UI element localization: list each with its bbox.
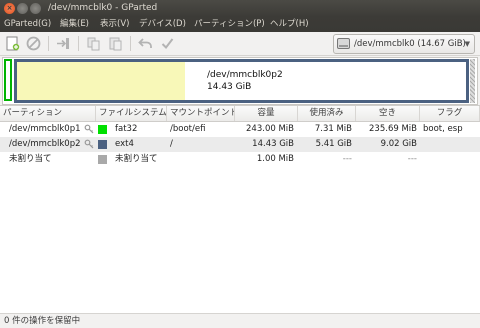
filesystem-type: ext4 — [115, 139, 134, 149]
resize-move-icon[interactable] — [56, 36, 71, 51]
column-header-filesystem[interactable]: ファイルシステム — [96, 106, 167, 121]
table-row[interactable]: 未割り当て 未割り当て 1.00 MiB --- --- — [0, 152, 480, 167]
title-bar: × /dev/mmcblk0 - GParted — [0, 0, 480, 17]
partition-used: 7.31 MiB — [314, 124, 352, 134]
menu-help[interactable]: ヘルプ(H) — [270, 17, 309, 32]
copy-icon[interactable] — [86, 36, 101, 51]
column-header-mountpoint[interactable]: マウントポイント — [167, 106, 235, 121]
pending-operations-status: 0 件の操作を保留中 — [4, 316, 81, 326]
close-window-button[interactable]: × — [4, 3, 15, 14]
used-space-bar — [17, 62, 186, 100]
key-icon — [84, 139, 94, 149]
filesystem-color-swatch — [98, 140, 107, 149]
toolbar-separator — [130, 36, 131, 51]
key-icon — [84, 124, 94, 134]
new-partition-icon[interactable] — [5, 36, 20, 51]
menu-view[interactable]: 表示(V) — [100, 17, 129, 32]
minimize-window-button[interactable] — [17, 3, 28, 14]
menu-device[interactable]: デバイス(D) — [139, 17, 186, 32]
filesystem-type: 未割り当て — [115, 154, 158, 164]
partition-table: パーティション ファイルシステム マウントポイント 容量 使用済み 空き フラグ… — [0, 105, 480, 313]
window-title: /dev/mmcblk0 - GParted — [48, 3, 158, 13]
partition-block-mmcblk0p1[interactable] — [4, 59, 12, 101]
menu-bar: GParted(G) 編集(E) 表示(V) デバイス(D) パーティション(P… — [0, 17, 480, 32]
paste-icon[interactable] — [108, 36, 123, 51]
partition-name: /dev/mmcblk0p2 — [9, 139, 81, 149]
drive-icon — [337, 38, 350, 49]
partition-name: 未割り当て — [9, 154, 52, 164]
column-header-size[interactable]: 容量 — [235, 106, 298, 121]
partition-name: /dev/mmcblk0p1 — [9, 124, 81, 134]
partition-free: --- — [407, 154, 417, 164]
delete-icon[interactable] — [26, 36, 41, 51]
menu-partition[interactable]: パーティション(P) — [194, 17, 265, 32]
mount-point: / — [170, 139, 173, 149]
partition-block-mmcblk0p2[interactable]: /dev/mmcblk0p2 14.43 GiB — [14, 59, 469, 103]
column-header-free[interactable]: 空き — [356, 106, 420, 121]
partition-size: 14.43 GiB — [252, 139, 294, 149]
undo-icon[interactable] — [138, 36, 153, 51]
status-bar: 0 件の操作を保留中 — [0, 313, 480, 328]
partition-free: 9.02 GiB — [380, 139, 417, 149]
partition-used: --- — [342, 154, 352, 164]
menu-edit[interactable]: 編集(E) — [60, 17, 89, 32]
column-header-used[interactable]: 使用済み — [298, 106, 356, 121]
toolbar-separator — [78, 36, 79, 51]
table-header: パーティション ファイルシステム マウントポイント 容量 使用済み 空き フラグ — [0, 106, 480, 122]
apply-icon[interactable] — [160, 36, 175, 51]
maximize-window-button[interactable] — [30, 3, 41, 14]
filesystem-color-swatch — [98, 125, 107, 134]
filesystem-color-swatch — [98, 155, 107, 164]
partition-size: 1.00 MiB — [256, 154, 294, 164]
table-row[interactable]: /dev/mmcblk0p2 ext4 / 14.43 GiB 5.41 GiB… — [0, 137, 480, 152]
menu-gparted[interactable]: GParted(G) — [4, 17, 51, 32]
chevron-down-icon: ▼ — [464, 40, 470, 48]
partition-used: 5.41 GiB — [315, 139, 352, 149]
partition-block-unallocated[interactable] — [470, 59, 475, 103]
partition-graphic: /dev/mmcblk0p2 14.43 GiB — [2, 57, 478, 105]
column-header-partition[interactable]: パーティション — [0, 106, 96, 121]
mount-point: /boot/efi — [170, 124, 206, 134]
partition-flags: boot, esp — [423, 124, 463, 134]
partition-free: 235.69 MiB — [369, 124, 417, 134]
partition-size: 243.00 MiB — [246, 124, 294, 134]
table-row[interactable]: /dev/mmcblk0p1 fat32 /boot/efi 243.00 Mi… — [0, 122, 480, 137]
column-header-flags[interactable]: フラグ — [420, 106, 480, 121]
partition-block-name: /dev/mmcblk0p2 — [207, 70, 283, 80]
device-selector[interactable]: /dev/mmcblk0 (14.67 GiB) ▼ — [333, 34, 475, 54]
toolbar-separator — [48, 36, 49, 51]
filesystem-type: fat32 — [115, 124, 138, 134]
gparted-window: × /dev/mmcblk0 - GParted GParted(G) 編集(E… — [0, 0, 480, 328]
partition-block-size: 14.43 GiB — [207, 82, 252, 92]
device-selector-label: /dev/mmcblk0 (14.67 GiB) — [354, 39, 466, 49]
